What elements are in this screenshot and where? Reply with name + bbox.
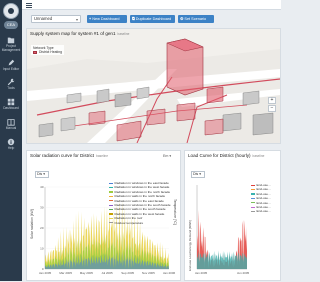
folder-icon [7, 37, 15, 44]
wrench-icon [7, 78, 15, 86]
x-tick-label: Jan 2005 [195, 271, 208, 275]
legend-swatch [109, 222, 113, 224]
legend-swatch [109, 209, 113, 211]
settings-icon: ⚙ [180, 17, 184, 21]
legend-label: Radiation in windows in the east facade [114, 181, 169, 185]
legend-label: End-use... [256, 200, 271, 205]
legend-swatch [109, 182, 113, 184]
legend-label: End-use... [256, 209, 271, 214]
solar-legend: Radiation in windows in the east facade R… [109, 181, 171, 225]
legend-label: End-use... [256, 183, 271, 187]
legend-label: End-use... [256, 205, 271, 210]
y-tick-label: 20 [40, 226, 44, 230]
sidebar: CEA Project Management Input Editor Tool… [0, 0, 22, 281]
plus-icon: + [89, 17, 92, 21]
y-tick-label: 40 [40, 185, 44, 189]
load-chart: Jan 2005 Jun 2005 [195, 185, 250, 275]
legend-swatch [251, 184, 255, 186]
legend-swatch [251, 202, 255, 204]
x-tick-label: Nov 2005 [142, 271, 155, 275]
legend-item[interactable]: Outdoor temperature [109, 221, 171, 225]
solar-radiation-card: Solar radiation curve for District baseli… [26, 150, 181, 281]
legend-swatch [33, 50, 37, 54]
top-bar [22, 0, 281, 10]
legend-label: Radiation in the roof [114, 216, 143, 221]
map-legend: Network Type District Heating [31, 45, 64, 55]
legend-swatch [109, 204, 113, 206]
edit-icon [8, 59, 15, 66]
dashboard-icon [7, 98, 15, 106]
user-badge[interactable]: CEA [4, 21, 18, 29]
legend-swatch [109, 200, 113, 202]
set-scenario-button[interactable]: ⚙Set Scenario [178, 15, 214, 23]
legend-label: Radiation in walls in the north facade [114, 194, 166, 199]
legend-swatch [251, 193, 255, 195]
map-title: Supply system map for system #1 of gen1 b… [30, 31, 130, 36]
legend-label: Radiation in walls in the east facade [114, 198, 164, 203]
x-tick-label: May 2005 [80, 271, 94, 275]
sidebar-item-help[interactable]: Help [0, 136, 22, 160]
legend-swatch [109, 195, 113, 197]
legend-label: Radiation in walls in the south facade [114, 207, 166, 212]
chevron-down-icon: ▾ [75, 17, 78, 22]
legend-swatch [251, 206, 255, 208]
legend-label: End-use... [256, 191, 271, 196]
supply-system-map-card: Supply system map for system #1 of gen1 b… [26, 28, 281, 144]
duplicate-dashboard-button[interactable]: ⧉Duplicate Dashboard [130, 15, 175, 23]
info-icon [7, 138, 15, 146]
legend-swatch [109, 217, 113, 220]
legend-label: End-use... [256, 187, 271, 192]
new-dashboard-button[interactable]: +New Dashboard [87, 15, 127, 23]
x-tick-label: Mar 2005 [59, 271, 72, 275]
legend-label: Radiation in walls in the west facade [114, 211, 165, 216]
legend-swatch [251, 197, 255, 199]
load-curve-card: Load Curve for District (hourly) baseline… [184, 150, 281, 281]
sidebar-item-project-management[interactable]: Project Management [0, 34, 22, 58]
y-tick-label: 10 [40, 247, 44, 251]
x-tick-label: Jul 2005 [101, 271, 113, 275]
map-view[interactable] [27, 29, 280, 143]
copy-icon: ⧉ [132, 17, 135, 21]
scenario-select[interactable]: Unnamed ▾ [31, 15, 81, 23]
zoom-out-button[interactable]: − [268, 105, 276, 112]
zoom-in-button[interactable]: + [268, 97, 276, 104]
x-tick-label: Sep 2005 [121, 271, 134, 275]
legend-label: Radiation in windows in the north facade [114, 189, 171, 194]
legend-label: End-use... [256, 196, 271, 201]
book-icon [7, 119, 15, 126]
x-tick-label: Jun 2005 [237, 271, 250, 275]
legend-label: Radiation in windows in the west facade [114, 185, 170, 190]
y-tick-label: 30 [40, 206, 44, 210]
legend-label: Radiation in windows in the south facade [114, 203, 171, 208]
legend-swatch [251, 211, 255, 213]
legend-swatch [251, 189, 255, 191]
legend-swatch [109, 191, 113, 193]
x-tick-label: Jan 2005 [39, 271, 52, 275]
legend-swatch [109, 213, 113, 215]
legend-item[interactable]: End-use... [251, 209, 271, 213]
hamburger-menu-icon[interactable] [26, 3, 32, 8]
legend-label: Outdoor temperature [114, 220, 144, 225]
load-legend: End-use... End-use... End-use... End-use...… [251, 183, 271, 214]
x-tick-label: Jan 2006 [163, 271, 176, 275]
legend-swatch [109, 187, 113, 189]
app-logo [3, 3, 19, 19]
